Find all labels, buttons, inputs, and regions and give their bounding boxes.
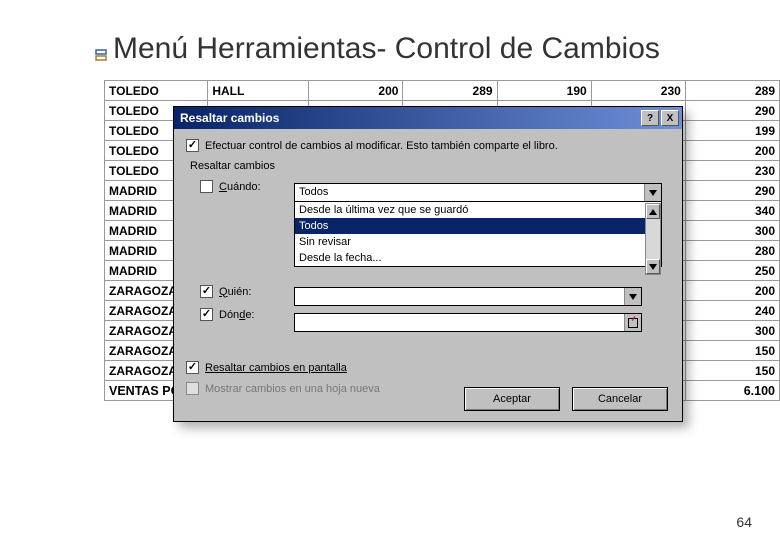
- highlight-screen-label: Resaltar cambios en pantalla: [205, 362, 347, 374]
- title-bullet-icon: [95, 48, 107, 60]
- who-label: Quién:: [219, 286, 273, 298]
- when-dropdown-value: Todos: [295, 184, 644, 201]
- when-dropdown-button[interactable]: [644, 184, 661, 201]
- track-changes-label: Efectuar control de cambios al modificar…: [205, 140, 558, 152]
- where-checkbox[interactable]: [200, 308, 213, 321]
- when-label: Cuándo:: [219, 181, 273, 193]
- page-title: Menú Herramientas- Control de Cambios: [113, 32, 660, 66]
- highlight-screen-checkbox[interactable]: [186, 361, 199, 374]
- where-picker-button[interactable]: [624, 314, 641, 331]
- cancel-button[interactable]: Cancelar: [572, 387, 668, 411]
- scroll-up-icon[interactable]: [646, 204, 660, 219]
- dialog-button-bar: Aceptar Cancelar: [174, 387, 682, 411]
- where-label: Dónde:: [219, 309, 273, 321]
- dialog-title: Resaltar cambios: [177, 111, 639, 125]
- dropdown-option[interactable]: Todos: [295, 218, 661, 234]
- scroll-down-icon[interactable]: [646, 259, 660, 274]
- who-input[interactable]: [294, 287, 642, 306]
- track-changes-checkbox[interactable]: [186, 139, 199, 152]
- when-dropdown-list: Desde la última vez que se guardó Todos …: [294, 202, 662, 267]
- dropdown-option[interactable]: Desde la última vez que se guardó: [295, 202, 661, 218]
- where-input[interactable]: [294, 313, 642, 332]
- highlight-changes-dialog: Resaltar cambios ? X Efectuar control de…: [173, 106, 683, 422]
- ok-button[interactable]: Aceptar: [464, 387, 560, 411]
- dropdown-option[interactable]: Desde la fecha...: [295, 250, 661, 266]
- range-picker-icon: [628, 318, 638, 328]
- table-row: TOLEDOHALL200289190230289: [105, 81, 780, 101]
- when-dropdown[interactable]: Todos Desde la última vez que se guardó …: [294, 183, 662, 267]
- dialog-titlebar[interactable]: Resaltar cambios ? X: [174, 107, 682, 129]
- dialog-body: Efectuar control de cambios al modificar…: [174, 129, 682, 413]
- close-button[interactable]: X: [661, 110, 679, 126]
- help-button[interactable]: ?: [641, 110, 659, 126]
- group-label: Resaltar cambios: [190, 160, 670, 172]
- slide: { "title": "Menú Herramientas- Control d…: [0, 0, 780, 540]
- page-number: 64: [736, 514, 752, 530]
- dropdown-option[interactable]: Sin revisar: [295, 234, 661, 250]
- who-checkbox[interactable]: [200, 285, 213, 298]
- when-checkbox[interactable]: [200, 180, 213, 193]
- dropdown-scrollbar[interactable]: [645, 203, 661, 275]
- who-dropdown-button[interactable]: [624, 288, 641, 305]
